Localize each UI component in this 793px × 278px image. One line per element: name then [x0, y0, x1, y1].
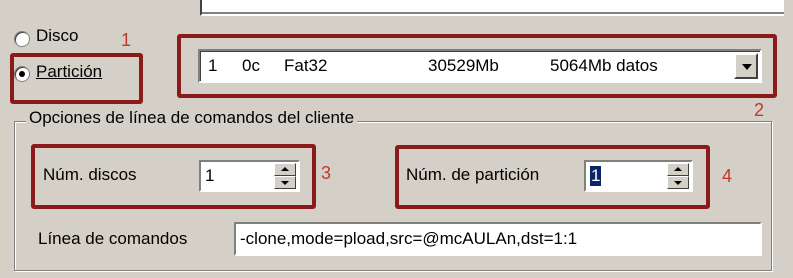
num-disks-label: Núm. discos	[43, 165, 137, 184]
arrow-up-icon	[674, 167, 682, 171]
partition-radio[interactable]	[14, 66, 30, 82]
partition-radio-label[interactable]: Partición	[36, 62, 102, 82]
radio-selected-dot	[19, 71, 25, 77]
previous-field-edge	[200, 0, 784, 16]
combo-index: 1	[208, 56, 218, 75]
disk-radio-label[interactable]: Disco	[36, 26, 79, 46]
command-line-label: Línea de comandos	[38, 229, 188, 248]
combo-type-code: 0c	[242, 56, 260, 75]
arrow-down-icon	[281, 181, 289, 185]
annotation-1: 1	[121, 30, 132, 50]
num-disks-stepper[interactable]	[274, 163, 296, 189]
arrow-up-icon	[281, 167, 289, 171]
combo-data: 5064Mb datos	[550, 56, 658, 75]
disk-radio[interactable]	[14, 31, 30, 47]
partition-num-spinner[interactable]: 1	[584, 160, 693, 192]
combo-filesystem: Fat32	[284, 56, 328, 75]
num-disks-down-button[interactable]	[274, 176, 296, 189]
chevron-down-icon	[742, 64, 752, 70]
command-line-value: -clone,mode=pload,src=@mcAULAn,dst=1:1	[240, 229, 578, 248]
partition-num-down-button[interactable]	[667, 176, 689, 189]
partition-num-up-button[interactable]	[667, 163, 689, 176]
annotation-3: 3	[321, 163, 332, 183]
command-line-input[interactable]: -clone,mode=pload,src=@mcAULAn,dst=1:1	[234, 222, 762, 256]
partition-num-label: Núm. de partición	[406, 165, 540, 184]
num-disks-spinner[interactable]: 1	[199, 160, 300, 192]
num-disks-up-button[interactable]	[274, 163, 296, 176]
partition-combo[interactable]: 1 0c Fat32 30529Mb 5064Mb datos	[198, 49, 762, 83]
annotation-4: 4	[722, 166, 733, 186]
num-disks-value: 1	[205, 166, 215, 185]
arrow-down-icon	[674, 181, 682, 185]
annotation-2: 2	[754, 100, 765, 120]
client-options-group-title: Opciones de línea de comandos del client…	[26, 108, 358, 128]
partition-num-stepper[interactable]	[667, 163, 689, 189]
combo-size: 30529Mb	[428, 56, 499, 75]
partition-num-value: 1	[590, 166, 602, 186]
combo-dropdown-button[interactable]	[734, 53, 758, 79]
